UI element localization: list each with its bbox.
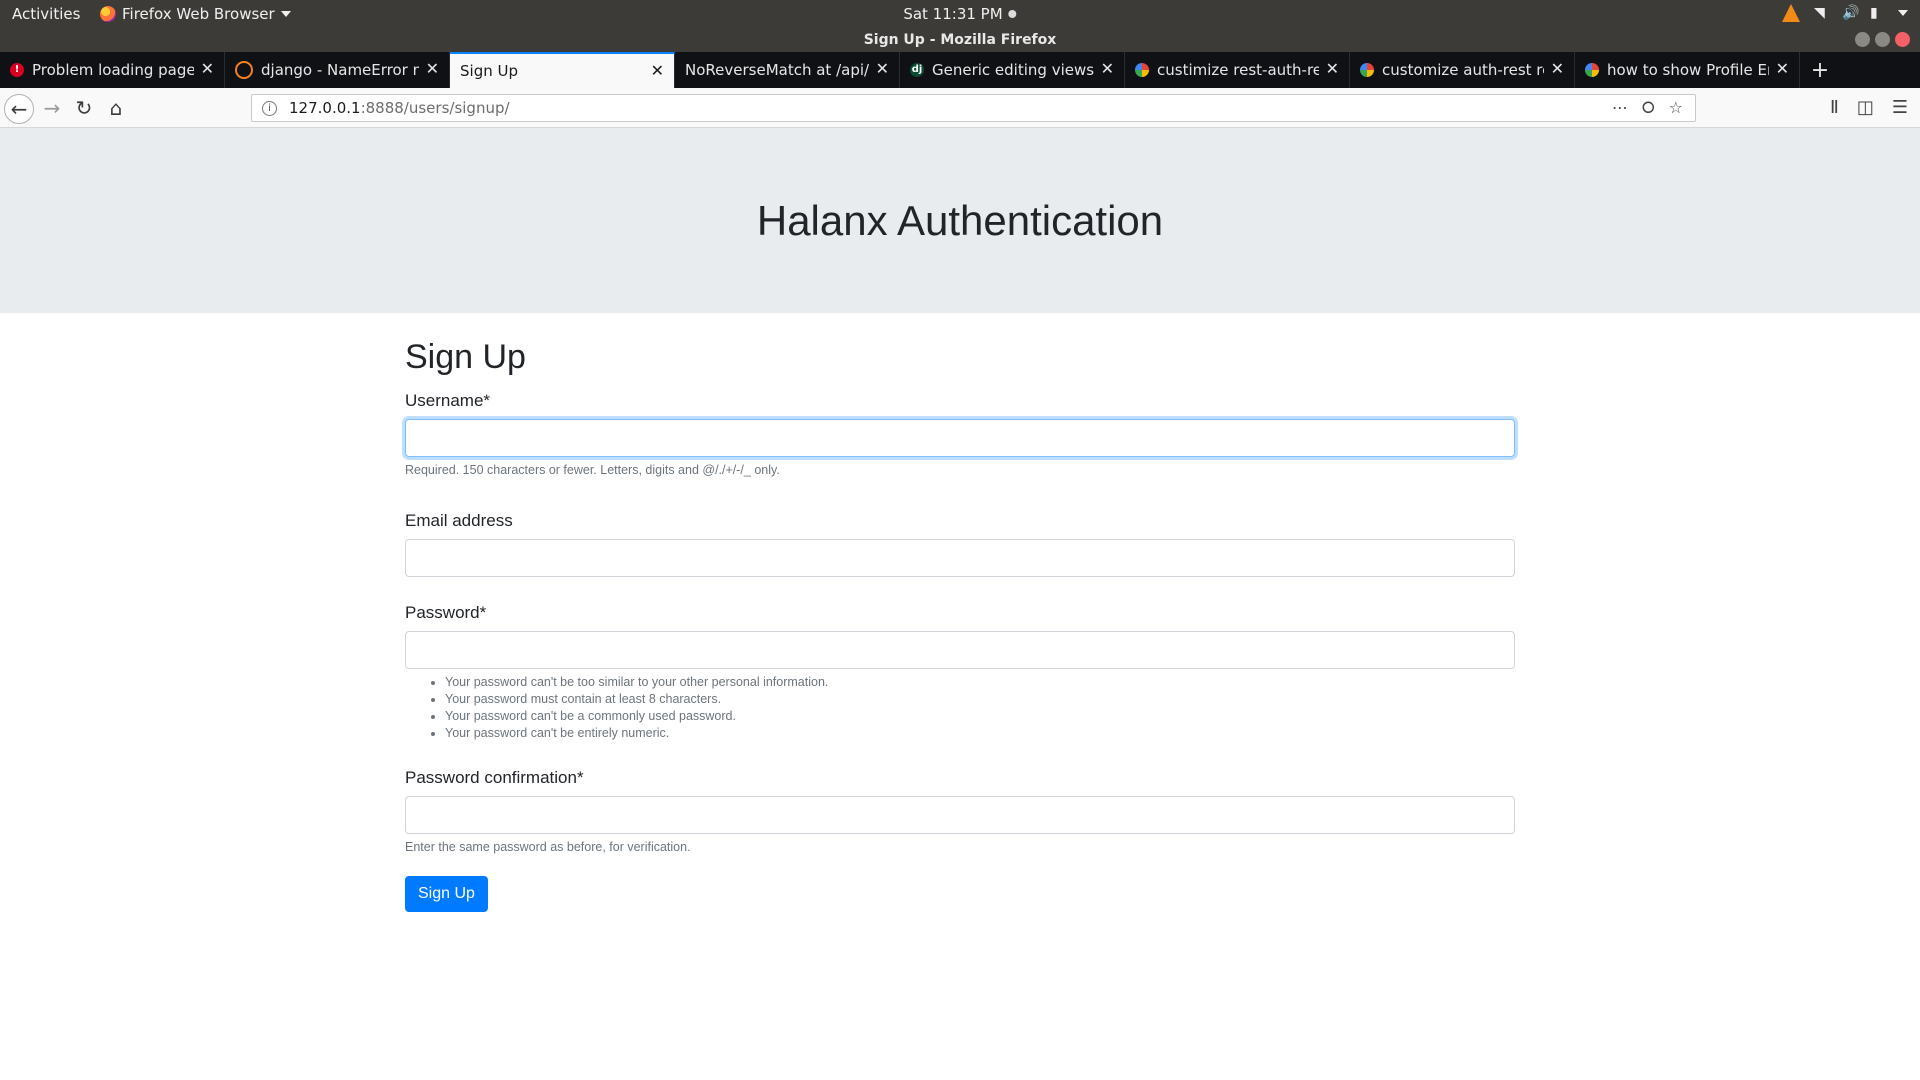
site-title: Halanx Authentication bbox=[756, 196, 1164, 244]
close-tab-icon[interactable]: ✕ bbox=[1551, 61, 1564, 77]
wifi-icon[interactable]: ◥ bbox=[1814, 6, 1828, 20]
username-group: Username* Required. 150 characters or fe… bbox=[405, 391, 1515, 477]
new-tab-button[interactable]: + bbox=[1800, 52, 1840, 88]
password-confirm-help: Enter the same password as before, for v… bbox=[405, 840, 691, 854]
username-help: Required. 150 characters or fewer. Lette… bbox=[405, 463, 780, 477]
close-tab-icon[interactable]: ✕ bbox=[1776, 61, 1789, 77]
signup-form-container: Sign Up Username* Required. 150 characte… bbox=[405, 338, 1515, 912]
page-content: Halanx Authentication Sign Up Username* … bbox=[0, 128, 1920, 1080]
url-host: 127.0.0.1 bbox=[289, 99, 361, 117]
sign-up-button[interactable]: Sign Up bbox=[405, 876, 488, 912]
system-tray[interactable]: ◥ 🔊 ▮ bbox=[1782, 4, 1908, 22]
close-tab-icon[interactable]: ✕ bbox=[876, 61, 889, 77]
password-rule: Your password can't be too similar to yo… bbox=[445, 675, 1515, 689]
jumbotron: Halanx Authentication bbox=[0, 128, 1920, 313]
tab-django-nameerror[interactable]: django - NameError nam ✕ bbox=[225, 52, 450, 88]
firefox-icon bbox=[100, 6, 116, 22]
error-icon: ! bbox=[10, 63, 24, 77]
password-confirm-label: Password confirmation* bbox=[405, 768, 584, 787]
tab-title: NoReverseMatch at /api/re bbox=[685, 61, 869, 79]
window-controls bbox=[1855, 32, 1910, 47]
minimize-button[interactable] bbox=[1855, 32, 1870, 47]
toolbar-right: Ⅱ ◫ ☰ bbox=[1830, 97, 1908, 118]
password-label: Password* bbox=[405, 603, 487, 622]
tab-title: customize auth-rest regi bbox=[1382, 61, 1544, 79]
sidebar-icon[interactable]: ◫ bbox=[1857, 97, 1874, 118]
clock[interactable]: Sat 11:31 PM bbox=[903, 5, 1017, 23]
tab-problem-loading[interactable]: ! Problem loading page ✕ bbox=[0, 52, 225, 88]
app-menu[interactable]: Firefox Web Browser bbox=[100, 5, 291, 23]
tab-title: how to show Profile Ema bbox=[1607, 61, 1769, 79]
url-bar[interactable]: i 127.0.0.1:8888/users/signup/ ⋯ ⭘ ☆ bbox=[251, 94, 1696, 122]
email-label: Email address bbox=[405, 511, 513, 530]
info-icon[interactable]: i bbox=[262, 100, 277, 116]
close-tab-icon[interactable]: ✕ bbox=[201, 61, 214, 77]
system-top-bar: Activities Firefox Web Browser Sat 11:31… bbox=[0, 0, 1920, 28]
hamburger-menu-icon[interactable]: ☰ bbox=[1892, 97, 1908, 118]
close-tab-icon[interactable]: ✕ bbox=[651, 63, 664, 79]
url-actions: ⋯ ⭘ ☆ bbox=[1612, 98, 1683, 118]
url-path: :8888/users/signup/ bbox=[360, 99, 510, 117]
password-rule: Your password can't be a commonly used p… bbox=[445, 709, 1515, 723]
navigation-toolbar: ← → ↻ ⌂ i 127.0.0.1:8888/users/signup/ ⋯… bbox=[0, 88, 1920, 128]
google-icon bbox=[1135, 63, 1149, 77]
window-title: Sign Up - Mozilla Firefox bbox=[863, 32, 1057, 48]
password-help: Your password can't be too similar to yo… bbox=[405, 675, 1515, 740]
vlc-icon[interactable] bbox=[1782, 4, 1800, 22]
page-actions-icon[interactable]: ⋯ bbox=[1612, 98, 1628, 118]
password-rule: Your password can't be entirely numeric. bbox=[445, 726, 1515, 740]
volume-icon[interactable]: 🔊 bbox=[1842, 6, 1859, 20]
google-icon bbox=[1585, 63, 1599, 77]
tab-how-to-show-profile[interactable]: how to show Profile Ema ✕ bbox=[1575, 52, 1800, 88]
password-rule: Your password must contain at least 8 ch… bbox=[445, 692, 1515, 706]
clock-label: Sat 11:31 PM bbox=[903, 5, 1003, 23]
bookmark-star-icon[interactable]: ☆ bbox=[1669, 98, 1683, 118]
forward-button[interactable]: → bbox=[38, 94, 66, 122]
library-icon[interactable]: Ⅱ bbox=[1830, 97, 1839, 118]
reload-button[interactable]: ↻ bbox=[70, 94, 98, 122]
close-tab-icon[interactable]: ✕ bbox=[1326, 61, 1339, 77]
tab-custimize-rest-auth[interactable]: custimize rest-auth-regis ✕ bbox=[1125, 52, 1350, 88]
battery-icon[interactable]: ▮ bbox=[1870, 6, 1884, 20]
back-button[interactable]: ← bbox=[4, 94, 34, 124]
caret-down-icon bbox=[280, 11, 291, 17]
notification-dot-icon bbox=[1008, 10, 1017, 18]
app-menu-label: Firefox Web Browser bbox=[122, 5, 275, 23]
tab-sign-up[interactable]: Sign Up ✕ bbox=[450, 52, 675, 88]
tab-generic-editing-views[interactable]: dj Generic editing views | Dj ✕ bbox=[900, 52, 1125, 88]
password-group: Password* Your password can't be too sim… bbox=[405, 603, 1515, 740]
close-tab-icon[interactable]: ✕ bbox=[1101, 61, 1114, 77]
maximize-button[interactable] bbox=[1875, 32, 1890, 47]
password-input[interactable] bbox=[405, 631, 1515, 669]
email-group: Email address bbox=[405, 511, 1515, 577]
close-tab-icon[interactable]: ✕ bbox=[426, 61, 439, 77]
stackoverflow-icon bbox=[235, 61, 253, 79]
password-confirm-group: Password confirmation* Enter the same pa… bbox=[405, 768, 1515, 854]
tab-noreversematch[interactable]: NoReverseMatch at /api/re ✕ bbox=[675, 52, 900, 88]
tab-title: Sign Up bbox=[460, 62, 518, 80]
home-button[interactable]: ⌂ bbox=[102, 94, 130, 122]
tab-title: Generic editing views | Dj bbox=[932, 61, 1094, 79]
google-icon bbox=[1360, 63, 1374, 77]
tab-title: django - NameError nam bbox=[261, 61, 419, 79]
password-confirm-input[interactable] bbox=[405, 796, 1515, 834]
username-label: Username* bbox=[405, 391, 491, 410]
tab-customize-auth-rest[interactable]: customize auth-rest regi ✕ bbox=[1350, 52, 1575, 88]
tab-title: custimize rest-auth-regis bbox=[1157, 61, 1319, 79]
tab-strip: ! Problem loading page ✕ django - NameEr… bbox=[0, 52, 1920, 88]
django-icon: dj bbox=[910, 63, 924, 77]
close-window-button[interactable] bbox=[1895, 32, 1910, 47]
system-menu-caret-icon[interactable] bbox=[1898, 10, 1908, 16]
activities-button[interactable]: Activities bbox=[12, 5, 80, 23]
email-input[interactable] bbox=[405, 539, 1515, 577]
tab-title: Problem loading page bbox=[32, 61, 194, 79]
pocket-icon[interactable]: ⭘ bbox=[1642, 98, 1655, 118]
password-rules-list: Your password can't be too similar to yo… bbox=[405, 675, 1515, 740]
page-heading: Sign Up bbox=[405, 338, 526, 376]
username-input[interactable] bbox=[405, 419, 1515, 457]
window-title-bar: Sign Up - Mozilla Firefox bbox=[0, 28, 1920, 52]
